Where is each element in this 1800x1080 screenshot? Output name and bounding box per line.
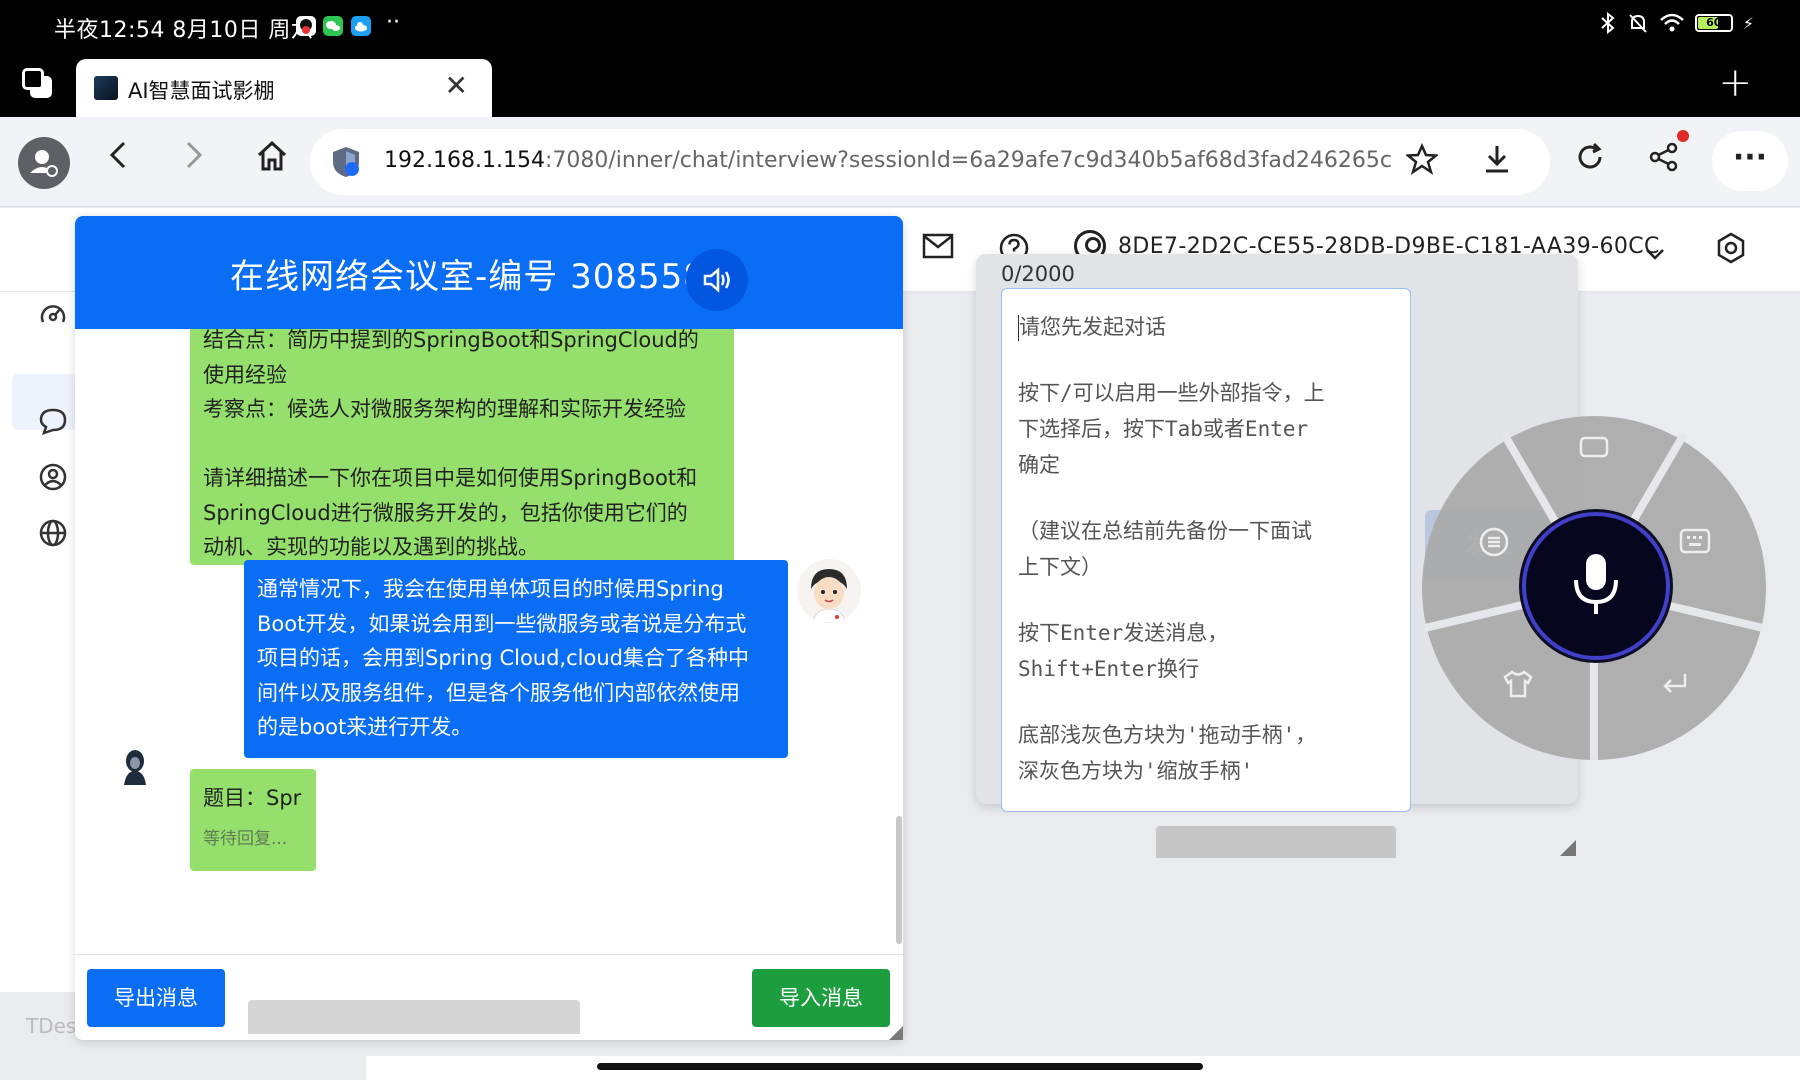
page: 8DE7-2D2C-CE55-28DB-D9BE-C181-AA39-60CC … — [0, 208, 1800, 1080]
notification-dot — [1677, 130, 1689, 142]
radial-menu — [1422, 416, 1766, 760]
microphone-button[interactable] — [1522, 512, 1670, 660]
more-menu-button[interactable]: ··· — [1712, 131, 1788, 191]
favicon-icon — [94, 76, 118, 100]
chat-header: 在线网络会议室-编号 308558 — [75, 216, 903, 329]
panel-drag-handle[interactable] — [1156, 826, 1396, 858]
back-button[interactable] — [96, 139, 140, 180]
more-notifications: ·· — [386, 10, 400, 35]
profile-avatar[interactable] — [18, 137, 70, 189]
status-right: 60 ⚡ — [1599, 12, 1754, 34]
chat-dialog: 在线网络会议室-编号 308558 结合点：简历中提到的SpringBoot和S… — [75, 216, 903, 1040]
forward-button[interactable] — [172, 139, 216, 180]
new-tab-button[interactable]: + — [1718, 60, 1752, 106]
status-bar: 半夜12:54 8月10日 周六 ·· 60 ⚡ — [0, 0, 1800, 54]
home-indicator[interactable] — [597, 1063, 1203, 1070]
reload-icon[interactable] — [1574, 141, 1606, 181]
panel-resize-handle[interactable] — [1560, 840, 1576, 856]
import-messages-button[interactable]: 导入消息 — [752, 969, 890, 1027]
waiting-status: 等待回复... — [203, 828, 288, 849]
ai-message-pending: 题目：Spr 等待回复... — [190, 769, 316, 871]
microphone-icon — [1574, 554, 1618, 614]
cloud-app-icon — [351, 16, 371, 36]
download-icon[interactable] — [1482, 143, 1512, 183]
screenshot-icon[interactable] — [1574, 430, 1614, 470]
address-bar: 192.168.1.154:7080/inner/chat/interview?… — [0, 117, 1800, 207]
bookmark-star-icon[interactable] — [1404, 142, 1440, 183]
status-time: 半夜12:54 8月10日 周六 — [54, 18, 314, 43]
tab-close-icon[interactable]: ✕ — [445, 69, 468, 102]
mail-icon[interactable] — [922, 232, 954, 267]
ai-avatar — [118, 747, 152, 785]
user-circle-icon[interactable] — [36, 462, 70, 496]
share-icon[interactable] — [1648, 141, 1680, 181]
qq-icon — [296, 16, 316, 36]
shirt-icon[interactable] — [1498, 669, 1538, 709]
sidebar — [0, 292, 76, 992]
chat-messages: 结合点：简历中提到的SpringBoot和SpringCloud的 使用经验 考… — [75, 329, 903, 939]
settings-icon[interactable] — [1716, 232, 1746, 272]
meeting-room-title: 在线网络会议室-编号 308558 — [230, 257, 706, 297]
chat-drag-handle[interactable] — [248, 1000, 580, 1034]
wechat-icon — [323, 16, 343, 36]
tab-title: AI智慧面试影棚 — [128, 79, 275, 103]
message-input[interactable]: 请您先发起对话 按下/可以启用一些外部指令，上 下选择后，按下Tab或者Ente… — [1001, 288, 1411, 812]
list-icon[interactable] — [1474, 526, 1514, 566]
export-messages-button[interactable]: 导出消息 — [87, 969, 225, 1027]
user-message-answer: 通常情况下，我会在使用单体项目的时候用Spring Boot开发，如果说会用到一… — [244, 560, 788, 758]
ai-message-question: 结合点：简历中提到的SpringBoot和SpringCloud的 使用经验 考… — [190, 329, 734, 565]
security-shield-icon[interactable] — [330, 145, 362, 179]
chevron-down-icon[interactable] — [1644, 236, 1666, 271]
chat-icon[interactable] — [36, 406, 70, 440]
return-icon[interactable] — [1655, 669, 1695, 709]
url-text[interactable]: 192.168.1.154:7080/inner/chat/interview?… — [384, 148, 1392, 173]
chat-scrollbar[interactable] — [896, 816, 902, 944]
dashboard-icon[interactable] — [36, 300, 70, 334]
charging-icon: ⚡ — [1742, 13, 1754, 33]
wifi-icon — [1659, 13, 1684, 32]
tab-bar: AI智慧面试影棚 ✕ + — [0, 54, 1800, 117]
home-button[interactable] — [250, 139, 294, 182]
browser-tab[interactable]: AI智慧面试影棚 ✕ — [76, 59, 492, 117]
mute-bell-icon — [1629, 14, 1647, 33]
globe-icon[interactable] — [36, 518, 70, 552]
battery-icon: 60 — [1694, 14, 1733, 32]
user-avatar — [797, 559, 861, 623]
char-counter: 0/2000 — [1001, 262, 1075, 286]
speaker-icon[interactable] — [686, 249, 748, 311]
bluetooth-icon — [1601, 12, 1615, 34]
url-box[interactable]: 192.168.1.154:7080/inner/chat/interview?… — [310, 129, 1550, 195]
tab-switcher-icon[interactable] — [22, 68, 52, 98]
keyboard-icon[interactable] — [1675, 526, 1715, 566]
